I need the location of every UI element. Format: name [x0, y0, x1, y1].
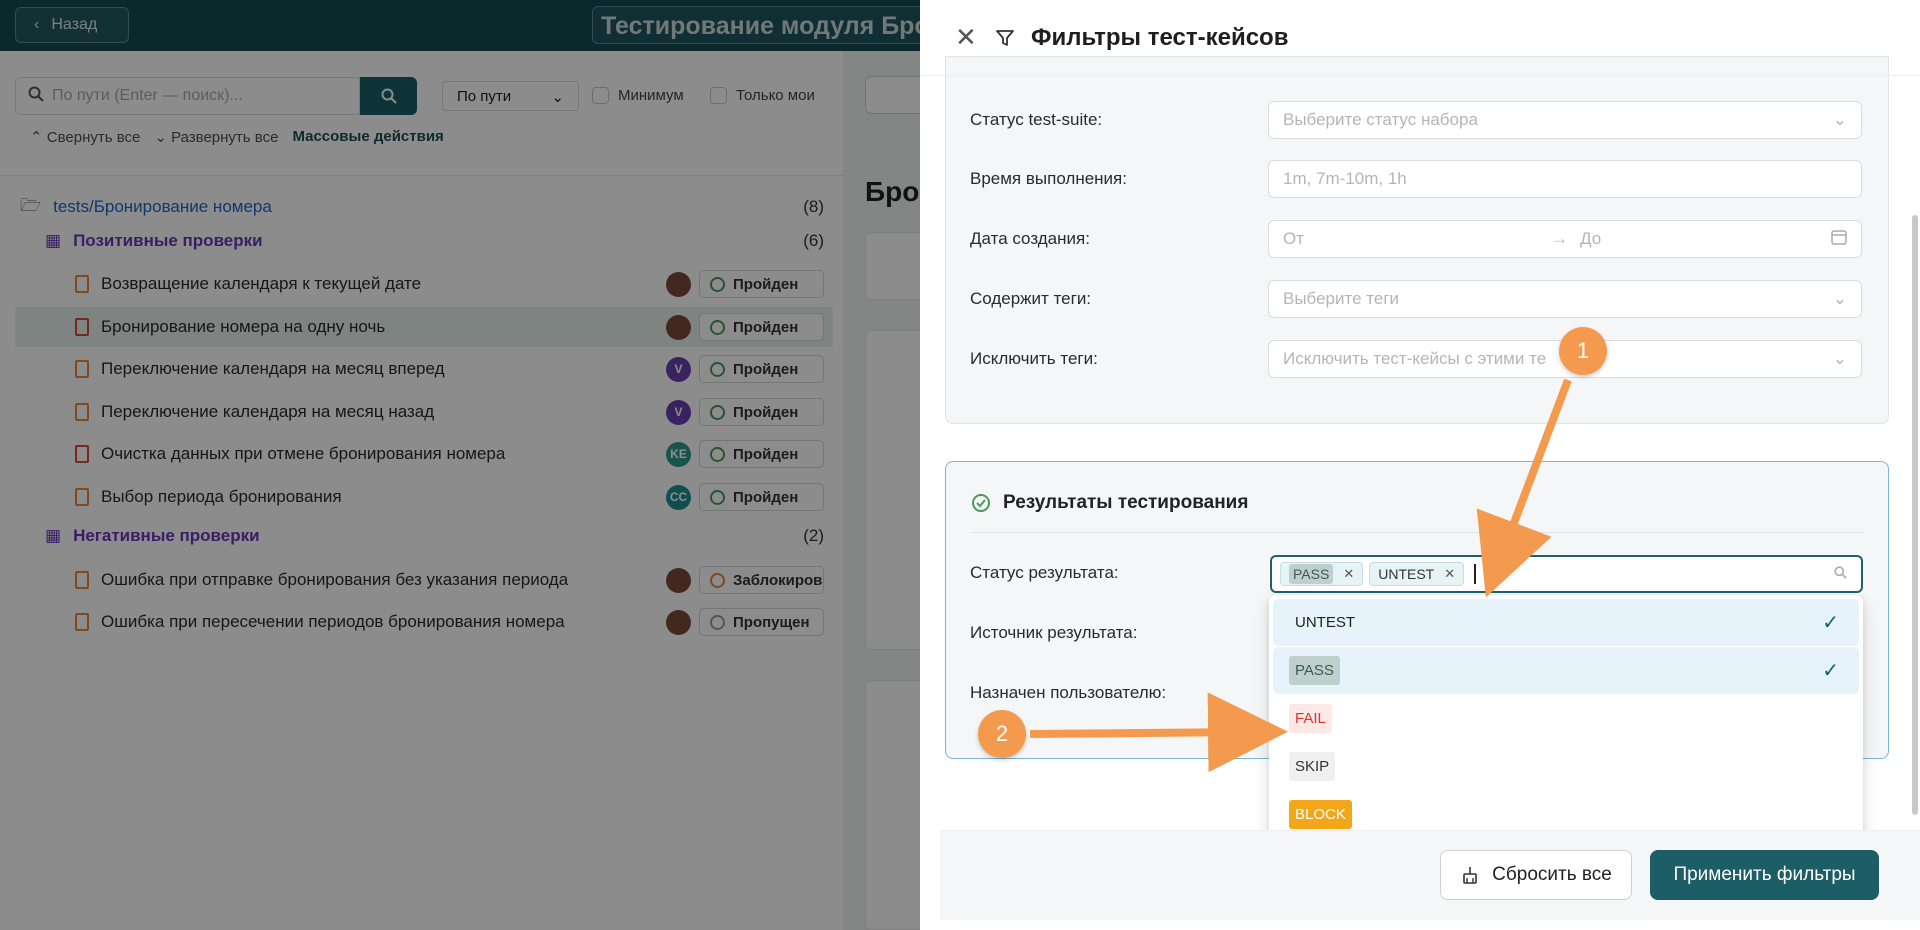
close-icon[interactable]: ✕ [955, 22, 979, 53]
result-status-dropdown: UNTEST ✓ PASS ✓ FAIL SKIP BLOCK [1269, 595, 1863, 843]
annotation-badge-2: 2 [978, 710, 1026, 758]
option-label: BLOCK [1289, 800, 1352, 829]
filter-row-created-date: Дата создания: От → До [970, 220, 1885, 258]
modal-overlay[interactable] [0, 0, 920, 930]
arrow-right-icon: → [1551, 229, 1568, 248]
option-pass[interactable]: PASS ✓ [1273, 647, 1859, 694]
filter-label: Статус результата: [970, 563, 1119, 582]
results-header: Результаты тестирования [971, 492, 1248, 514]
filter-label: Исключить теги: [970, 349, 1098, 368]
option-untest[interactable]: UNTEST ✓ [1273, 599, 1859, 646]
filter-row-exclude-tags: Исключить теги: Исключить тест-кейсы с э… [970, 340, 1885, 378]
select-placeholder: Выберите статус набора [1283, 110, 1478, 129]
filter-label: Дата создания: [970, 229, 1090, 248]
option-skip[interactable]: SKIP [1273, 743, 1859, 790]
chevron-down-icon: ⌄ [1832, 110, 1847, 129]
option-label: UNTEST [1295, 614, 1355, 631]
apply-label: Применить фильтры [1673, 864, 1856, 885]
reset-all-button[interactable]: Сбросить все [1440, 850, 1632, 900]
filter-icon [996, 29, 1014, 46]
date-from[interactable]: От [1283, 229, 1543, 249]
divider [971, 532, 1864, 533]
filter-label: Статус test-suite: [970, 110, 1103, 129]
select-placeholder: Исключить тест-кейсы с этими те [1283, 349, 1547, 368]
drawer-header: ✕ Фильтры тест-кейсов [920, 0, 1920, 76]
input-placeholder: 1m, 7m-10m, 1h [1283, 169, 1407, 188]
option-label: SKIP [1289, 752, 1336, 781]
close-icon[interactable]: ✕ [1343, 566, 1354, 582]
exec-time-input[interactable]: 1m, 7m-10m, 1h [1268, 160, 1862, 198]
check-icon: ✓ [1822, 660, 1839, 682]
close-icon[interactable]: ✕ [1444, 566, 1455, 582]
chip-pass: PASS ✕ [1280, 562, 1364, 586]
option-label: PASS [1289, 656, 1340, 685]
filter-row-suite-status: Статус test-suite: Выберите статус набор… [970, 101, 1885, 139]
option-fail[interactable]: FAIL [1273, 695, 1859, 742]
date-range-picker[interactable]: От → До [1268, 220, 1862, 258]
option-label: FAIL [1289, 704, 1332, 733]
apply-filters-button[interactable]: Применить фильтры [1650, 850, 1879, 900]
select-placeholder: Выберите теги [1283, 289, 1400, 308]
broom-icon [1463, 867, 1477, 884]
filter-label: Содержит теги: [970, 289, 1092, 308]
filter-row-exec-time: Время выполнения: 1m, 7m-10m, 1h [970, 160, 1885, 198]
filter-label: Время выполнения: [970, 169, 1127, 188]
check-circle-icon [972, 494, 990, 512]
scrollbar[interactable] [1912, 215, 1918, 815]
annotation-badge-1: 1 [1559, 327, 1607, 375]
suite-status-select[interactable]: Выберите статус набора ⌄ [1268, 101, 1862, 139]
date-to[interactable]: До [1580, 229, 1831, 249]
reset-label: Сбросить все [1492, 864, 1612, 885]
filters-drawer: Статус test-suite: Выберите статус набор… [920, 0, 1920, 930]
results-title: Результаты тестирования [1003, 492, 1249, 513]
chevron-down-icon: ⌄ [1832, 349, 1847, 368]
search-icon [1834, 564, 1847, 584]
drawer-title: Фильтры тест-кейсов [1031, 23, 1289, 51]
chip-label: PASS [1289, 564, 1334, 584]
text-cursor [1474, 564, 1477, 584]
filter-label: Источник результата: [970, 623, 1138, 642]
chevron-down-icon: ⌄ [1832, 289, 1847, 308]
result-status-multiselect[interactable]: PASS ✕ UNTEST ✕ [1270, 555, 1863, 593]
filter-label: Назначен пользователю: [970, 683, 1167, 702]
filter-row-include-tags: Содержит теги: Выберите теги ⌄ [970, 280, 1885, 318]
chip-label: UNTEST [1378, 566, 1435, 582]
check-icon: ✓ [1822, 612, 1839, 634]
chip-untest: UNTEST ✕ [1369, 562, 1465, 586]
calendar-icon [1831, 229, 1847, 250]
include-tags-select[interactable]: Выберите теги ⌄ [1268, 280, 1862, 318]
